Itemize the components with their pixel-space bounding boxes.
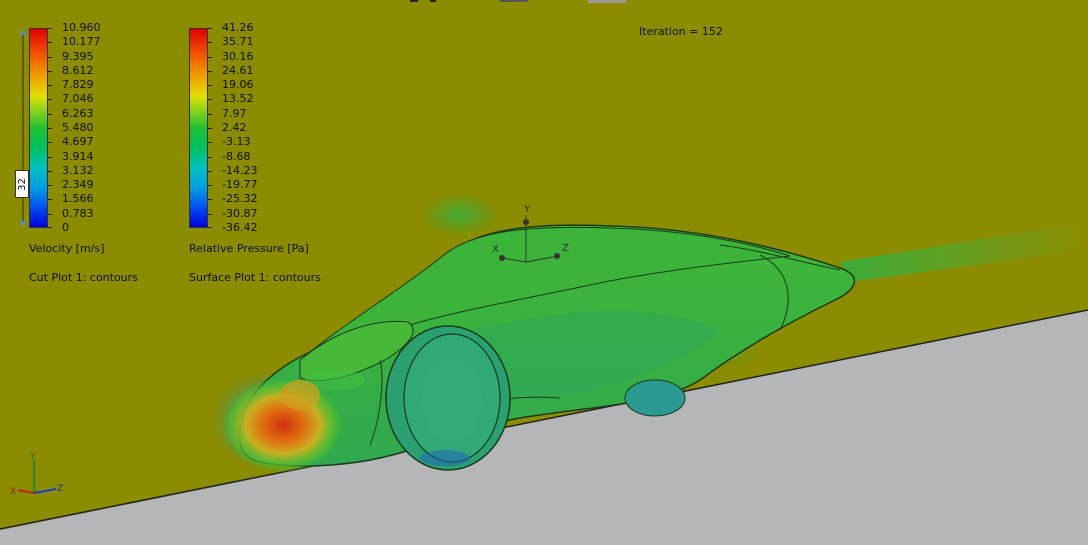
- pressure_scale-label-8: -3.13: [222, 135, 251, 149]
- velocity_scale-label-2: 9.395: [62, 49, 94, 63]
- graphics-viewport[interactable]: Y Z X Y Z X 10.960 10.177 9.395 8.612 7.829 7…: [0, 0, 1088, 545]
- pressure_scale-tick-13: [208, 213, 212, 215]
- model-axis-y-label: Y: [523, 204, 531, 215]
- pressure_scale-label-10: -14.23: [222, 163, 258, 177]
- velocity_scale-tick-4: [48, 85, 52, 87]
- pressure_scale-label-12: -25.32: [222, 192, 258, 206]
- velocity_scale-label-4: 7.829: [62, 78, 94, 92]
- pressure-colorbar: [189, 28, 208, 228]
- velocity_scale-label-13: 0.783: [62, 206, 94, 220]
- velocity_scale-label-3: 8.612: [62, 63, 94, 77]
- model-axis-z-label: Z: [562, 243, 569, 254]
- velocity_scale-label-9: 3.914: [62, 149, 94, 163]
- velocity_scale-tick-11: [48, 185, 52, 187]
- pressure_scale-label-11: -19.77: [222, 178, 258, 192]
- pressure_scale-label-0: 41.26: [222, 21, 254, 34]
- slider-value: 32: [16, 177, 28, 191]
- velocity_scale-label-10: 3.132: [62, 163, 94, 177]
- velocity_scale-tick-10: [48, 170, 52, 172]
- pressure_scale-label-9: -8.68: [222, 149, 251, 163]
- velocity_scale-tick-12: [48, 199, 52, 201]
- velocity_scale-tick-5: [48, 99, 52, 101]
- velocity_scale-tick-6: [48, 113, 52, 115]
- velocity_scale-tick-7: [48, 128, 52, 129]
- velocity_scale-label-12: 1.566: [62, 192, 94, 206]
- velocity_scale-tick-9: [48, 156, 52, 158]
- velocity_scale-label-8: 4.697: [62, 135, 94, 149]
- corner-axis-triad: Y Z X: [10, 452, 63, 497]
- velocity_scale-label-1: 10.177: [62, 35, 101, 49]
- velocity_scale-label-0: 10.960: [62, 21, 101, 34]
- pressure_scale-label-1: 35.71: [222, 35, 254, 49]
- pressure_scale-tick-11: [208, 185, 212, 187]
- pressure_scale-label-13: -30.87: [222, 206, 258, 220]
- wake-stream: [840, 222, 1088, 282]
- pressure_scale-tick-0: [208, 28, 212, 29]
- pressure_scale-label-4: 19.06: [222, 78, 254, 92]
- rear-wheel: [624, 379, 686, 417]
- velocity_scale-tick-14: [48, 227, 52, 228]
- velocity-colorbar: [29, 28, 48, 228]
- pressure_scale-label-14: -36.42: [222, 221, 258, 234]
- corner-axis-z-label: Z: [57, 484, 63, 494]
- velocity-title: Velocity [m/s]: [29, 242, 105, 255]
- velocity_scale-label-11: 2.349: [62, 178, 94, 192]
- pressure_scale-tick-10: [208, 170, 212, 172]
- cut-plot-name: Cut Plot 1: contours: [29, 271, 138, 284]
- surface-plot-name: Surface Plot 1: contours: [189, 271, 321, 284]
- velocity_scale-tick-1: [48, 42, 52, 44]
- velocity_scale-label-6: 6.263: [62, 106, 94, 120]
- pressure_scale-tick-3: [208, 70, 212, 72]
- velocity_scale-label-7: 5.480: [62, 121, 94, 134]
- iteration-counter: Iteration = 152: [639, 25, 723, 38]
- cfd-scene: Y Z X Y Z X: [0, 193, 1088, 545]
- pressure_scale-label-7: 2.42: [222, 121, 247, 134]
- pressure_scale-tick-6: [208, 113, 212, 115]
- corner-axis-x-label: X: [10, 487, 16, 497]
- pressure_scale-tick-12: [208, 199, 212, 201]
- velocity_scale-label-5: 7.046: [62, 92, 94, 106]
- pressure_scale-tick-14: [208, 227, 212, 228]
- pressure_scale-tick-8: [208, 142, 212, 144]
- pressure-ticks: [208, 28, 213, 228]
- pressure_scale-tick-9: [208, 156, 212, 158]
- velocity_scale-tick-13: [48, 213, 52, 215]
- pressure_scale-label-5: 13.52: [222, 92, 254, 106]
- pressure_scale-tick-2: [208, 56, 212, 58]
- pressure-title: Relative Pressure [Pa]: [189, 242, 309, 255]
- velocity_scale-label-14: 0: [62, 221, 69, 234]
- velocity_scale-tick-2: [48, 56, 52, 58]
- pressure_scale-label-6: 7.97: [222, 106, 247, 120]
- velocity_scale-tick-3: [48, 70, 52, 72]
- corner-axis-y-label: Y: [29, 452, 36, 462]
- model-axis-x-label: X: [492, 244, 499, 255]
- velocity-ticks: [48, 28, 53, 228]
- velocity_scale-tick-0: [48, 28, 52, 29]
- pressure_scale-tick-1: [208, 42, 212, 44]
- pressure_scale-label-2: 30.16: [222, 49, 254, 63]
- velocity_scale-tick-8: [48, 142, 52, 144]
- pressure_scale-tick-7: [208, 128, 212, 129]
- top-toolbar-edge: [410, 0, 626, 3]
- pressure_scale-tick-5: [208, 99, 212, 101]
- pressure_scale-label-3: 24.61: [222, 63, 254, 77]
- scale-slider-thumb[interactable]: 32: [15, 170, 29, 198]
- pressure_scale-tick-4: [208, 85, 212, 87]
